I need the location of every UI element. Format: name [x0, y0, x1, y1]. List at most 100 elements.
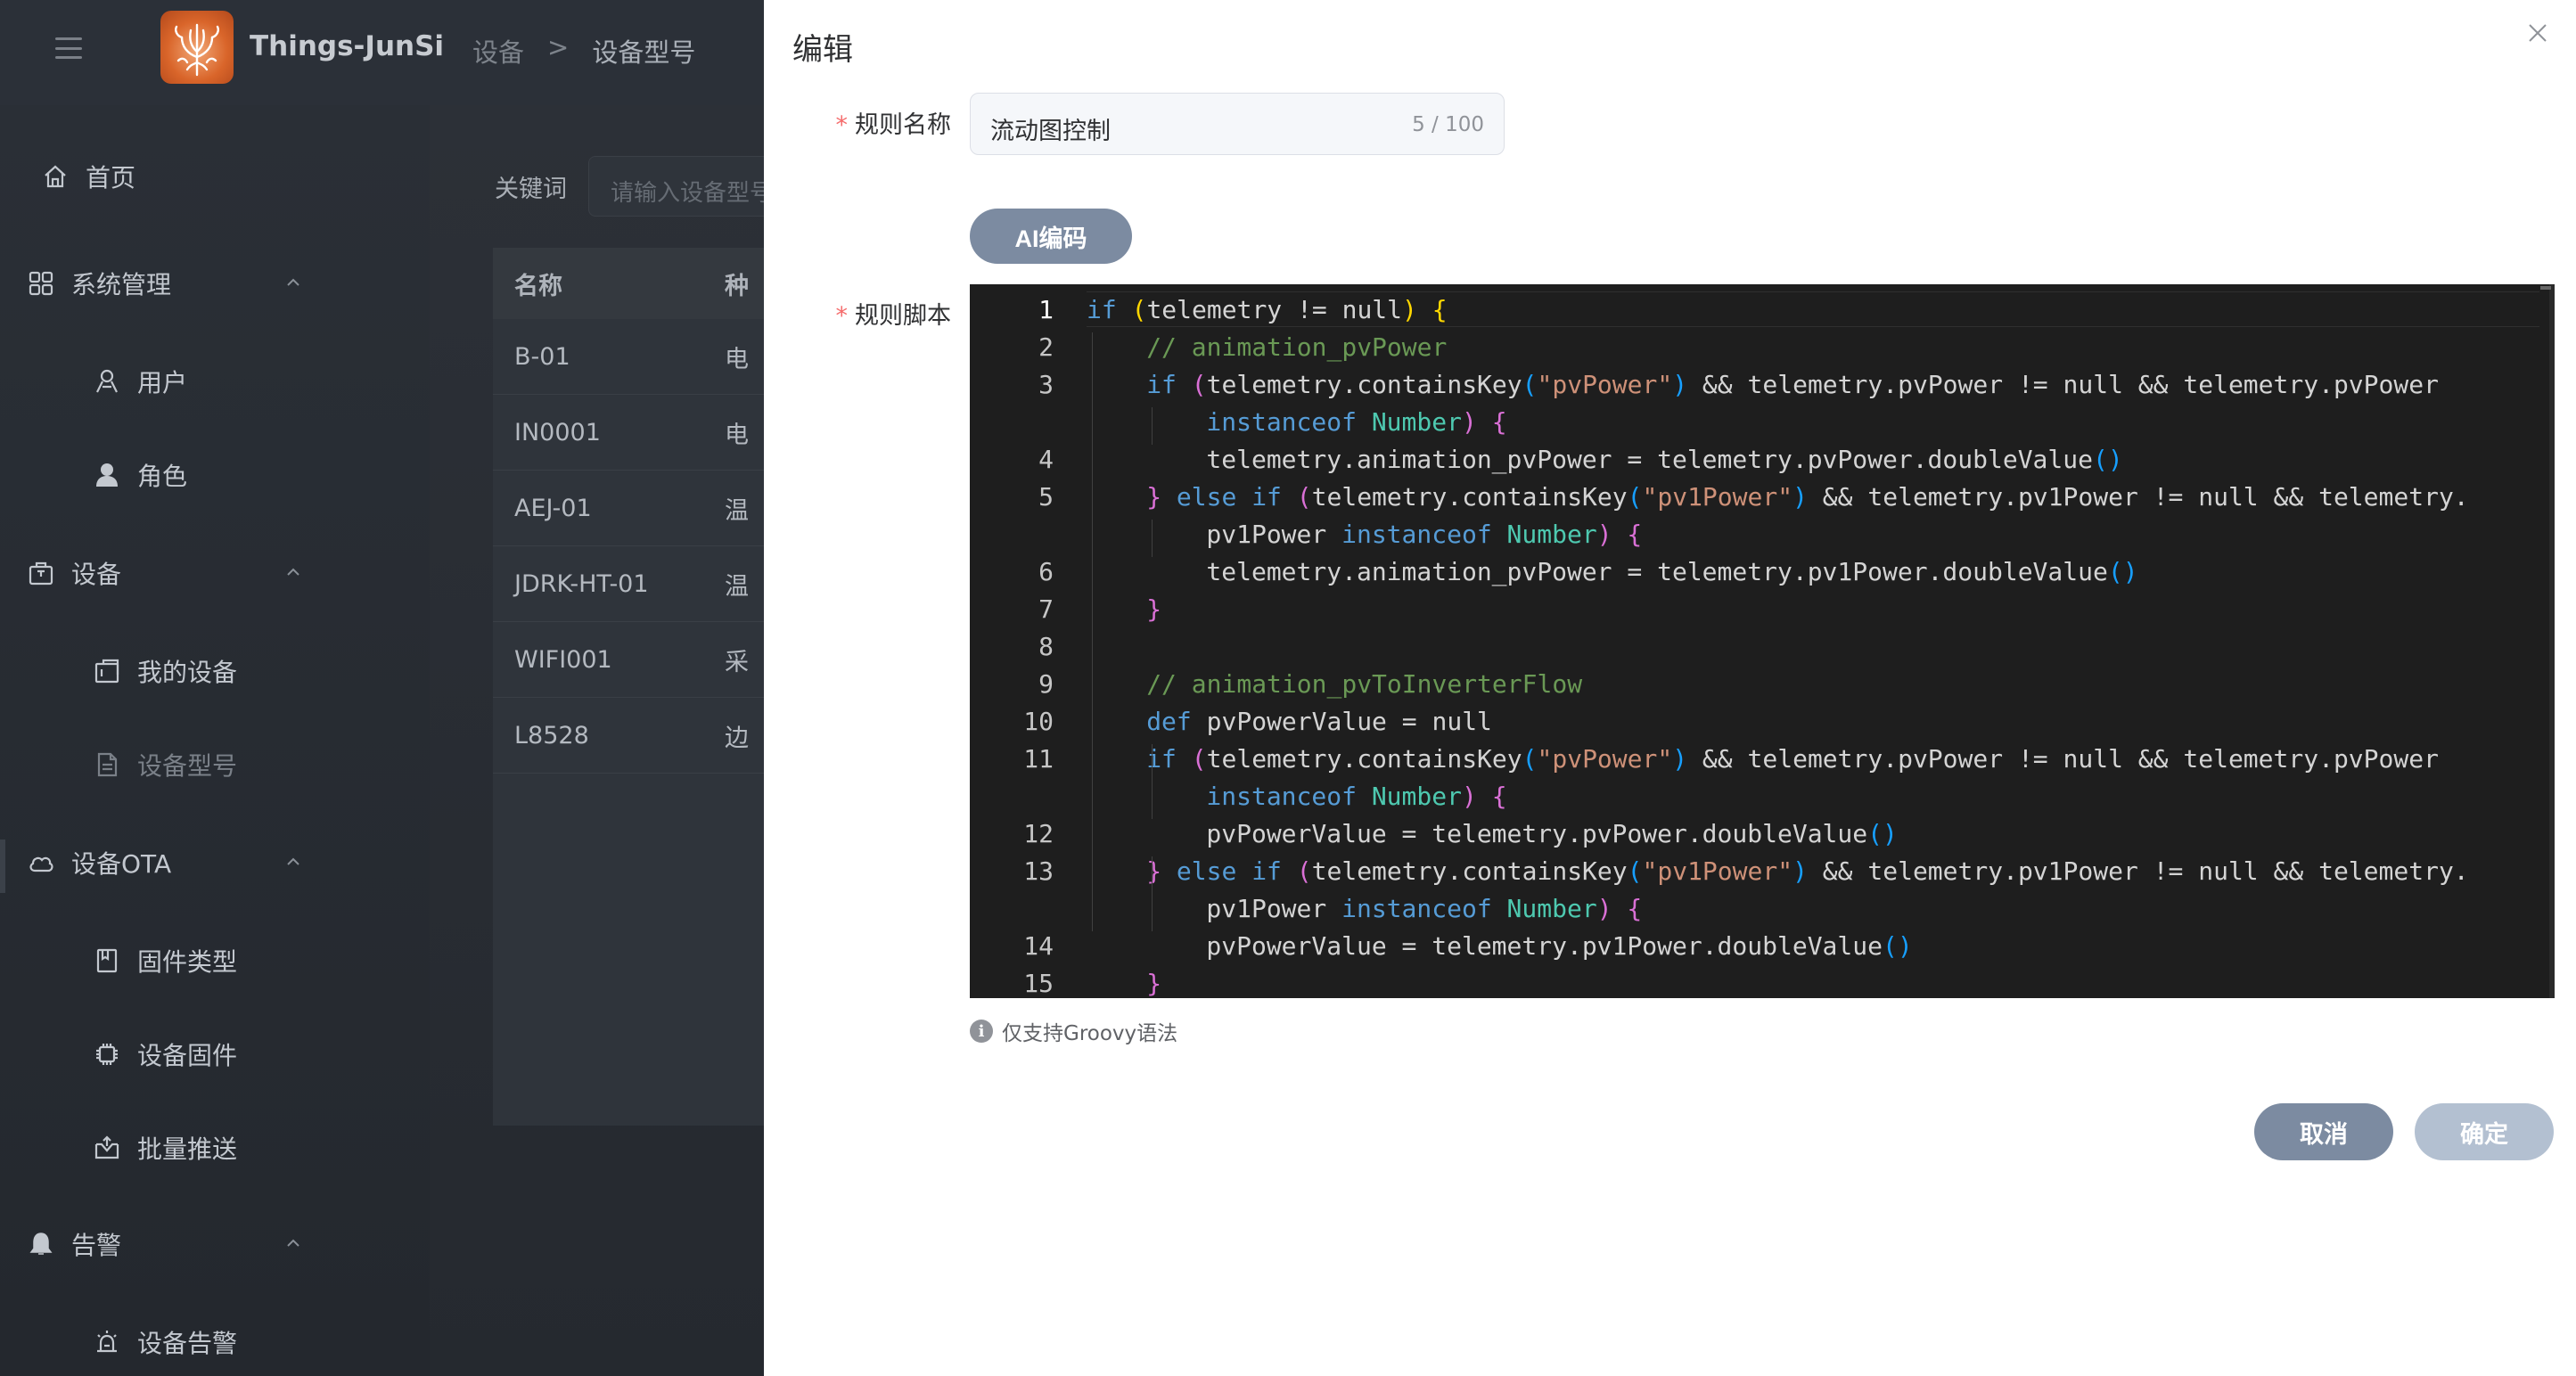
code-token: // animation_pvPower [1146, 332, 1448, 362]
sidebar-item-device-model[interactable]: 设备型号 [93, 747, 237, 782]
code-token: if [1087, 295, 1132, 324]
menu-toggle-icon[interactable] [55, 37, 82, 59]
editor-scrollbar-thumb[interactable] [2540, 286, 2551, 290]
indent-guide [1092, 332, 1093, 931]
code-token: ) [1596, 520, 1612, 549]
rule-script-label: * 规则脚本 [764, 296, 952, 331]
code-token: "pvPower" [1537, 370, 1673, 399]
chevron-up-icon[interactable] [283, 562, 303, 582]
code-line: if (telemetry.containsKey("pvPower") && … [1146, 744, 2439, 774]
code-line: // animation_pvToInverterFlow [1146, 669, 1582, 699]
indent-guide [1152, 407, 1153, 445]
close-icon[interactable] [2524, 20, 2551, 46]
code-token: ( [1627, 482, 1643, 512]
user-filled-icon [96, 463, 118, 487]
table-row[interactable]: IN0001 电 [493, 395, 787, 471]
required-asterisk: * [835, 111, 849, 139]
code-line: telemetry.animation_pvPower = telemetry.… [1206, 445, 2122, 474]
sidebar-item-batch-push[interactable]: 批量推送 [93, 1130, 237, 1166]
sidebar-item-system[interactable]: 系统管理 [27, 266, 171, 301]
code-token: pvPowerValue = null [1206, 707, 1492, 736]
code-token: pvPowerValue = telemetry.pv1Power.double… [1206, 931, 1883, 961]
confirm-button[interactable]: 确定 [2415, 1103, 2554, 1160]
rule-script-label-text: 规则脚本 [855, 302, 951, 330]
keyword-input[interactable]: 请输入设备型号 [588, 156, 793, 217]
table-row[interactable]: JDRK-HT-01 温 [493, 546, 787, 622]
rule-name-label: * 规则名称 [764, 105, 952, 140]
sidebar-item-device-firmware[interactable]: 设备固件 [93, 1036, 237, 1072]
sidebar-item-label: 首页 [86, 163, 136, 192]
cell-name: JDRK-HT-01 [514, 569, 649, 598]
column-header-name: 名称 [514, 272, 562, 300]
chevron-up-icon[interactable] [283, 1233, 303, 1253]
code-editor[interactable]: 1 2 3 4 5 6 7 8 9 10 11 12 13 14 15 if (… [970, 284, 2555, 998]
code-token: } [1146, 969, 1162, 998]
sidebar-item-device-alarm[interactable]: 设备告警 [93, 1324, 237, 1360]
sidebar-item-users[interactable]: 用户 [93, 364, 187, 399]
chevron-up-icon[interactable] [283, 273, 303, 292]
code-line: } else if (telemetry.containsKey("pv1Pow… [1146, 856, 2468, 886]
code-token: "pv1Power" [1642, 482, 1793, 512]
code-line: pv1Power instanceof Number) { [1206, 894, 1642, 923]
code-token: } [1146, 856, 1162, 886]
breadcrumb-item-device[interactable]: 设备 [472, 32, 524, 70]
code-token: () [2107, 557, 2138, 586]
code-token: { [1432, 295, 1448, 324]
sidebar-item-label: 角色 [137, 462, 188, 491]
code-line: pv1Power instanceof Number) { [1206, 520, 1642, 549]
info-icon: i [970, 1020, 993, 1043]
code-token: else if [1161, 482, 1297, 512]
table-row[interactable]: WIFI001 采 [493, 622, 787, 698]
chevron-up-icon[interactable] [283, 852, 303, 872]
table-row[interactable]: L8528 边 [493, 698, 787, 774]
code-token: ) [1672, 744, 1688, 774]
code-token: { [1627, 894, 1643, 923]
code-token: ( [1627, 856, 1643, 886]
code-token: // animation_pvToInverterFlow [1146, 669, 1583, 699]
code-token: pv1Power [1206, 520, 1342, 549]
code-line: pvPowerValue = telemetry.pvPower.doubleV… [1206, 819, 1897, 848]
editor-scrollbar[interactable] [2549, 284, 2555, 998]
sidebar-item-label: 设备OTA [71, 849, 172, 879]
code-line: } [1146, 594, 1161, 624]
code-token: if [1146, 744, 1192, 774]
code-token: Number [1371, 782, 1462, 811]
cancel-button[interactable]: 取消 [2254, 1103, 2393, 1160]
table-row[interactable]: B-01 电 [493, 319, 787, 395]
code-token: telemetry.containsKey [1311, 482, 1628, 512]
code-line: pvPowerValue = telemetry.pv1Power.double… [1206, 931, 1912, 961]
code-line: if (telemetry.containsKey("pvPower") && … [1146, 370, 2439, 399]
code-line: } else if (telemetry.containsKey("pv1Pow… [1146, 482, 2468, 512]
breadcrumb-separator: > [547, 32, 570, 62]
active-indicator [0, 840, 5, 893]
sidebar-item-roles[interactable]: 角色 [93, 457, 187, 493]
sidebar-item-label: 设备固件 [137, 1041, 238, 1070]
code-token: instanceof [1341, 520, 1507, 549]
sidebar-item-home[interactable]: 首页 [41, 159, 135, 194]
cloud-icon [29, 856, 53, 872]
ai-coding-button[interactable]: AI编码 [970, 209, 1132, 264]
code-token: { [1491, 782, 1507, 811]
table-row[interactable]: AEJ-01 温 [493, 471, 787, 546]
device-icon [94, 659, 119, 684]
code-token: telemetry.containsKey [1206, 744, 1522, 774]
code-token: ( [1131, 295, 1147, 324]
sidebar-item-firmware-type[interactable]: 固件类型 [93, 943, 237, 979]
rule-name-input[interactable]: 流动图控制 5 / 100 [970, 93, 1505, 155]
sidebar-item-label: 我的设备 [137, 658, 238, 687]
app-title: Things-JunSi [250, 30, 445, 62]
breadcrumb-item-device-model: 设备型号 [592, 37, 696, 68]
indent-guide [1152, 520, 1153, 557]
sidebar-item-alarm[interactable]: 告警 [27, 1226, 121, 1262]
code-line: instanceof Number) { [1206, 407, 1506, 437]
character-count: 5 / 100 [1412, 113, 1484, 136]
code-token: Number [1506, 520, 1597, 549]
sidebar-item-device[interactable]: 设备 [27, 555, 121, 591]
sidebar-item-my-devices[interactable]: 我的设备 [93, 653, 237, 689]
sidebar-item-device-ota[interactable]: 设备OTA [27, 845, 171, 880]
code-token: ) [1672, 370, 1688, 399]
